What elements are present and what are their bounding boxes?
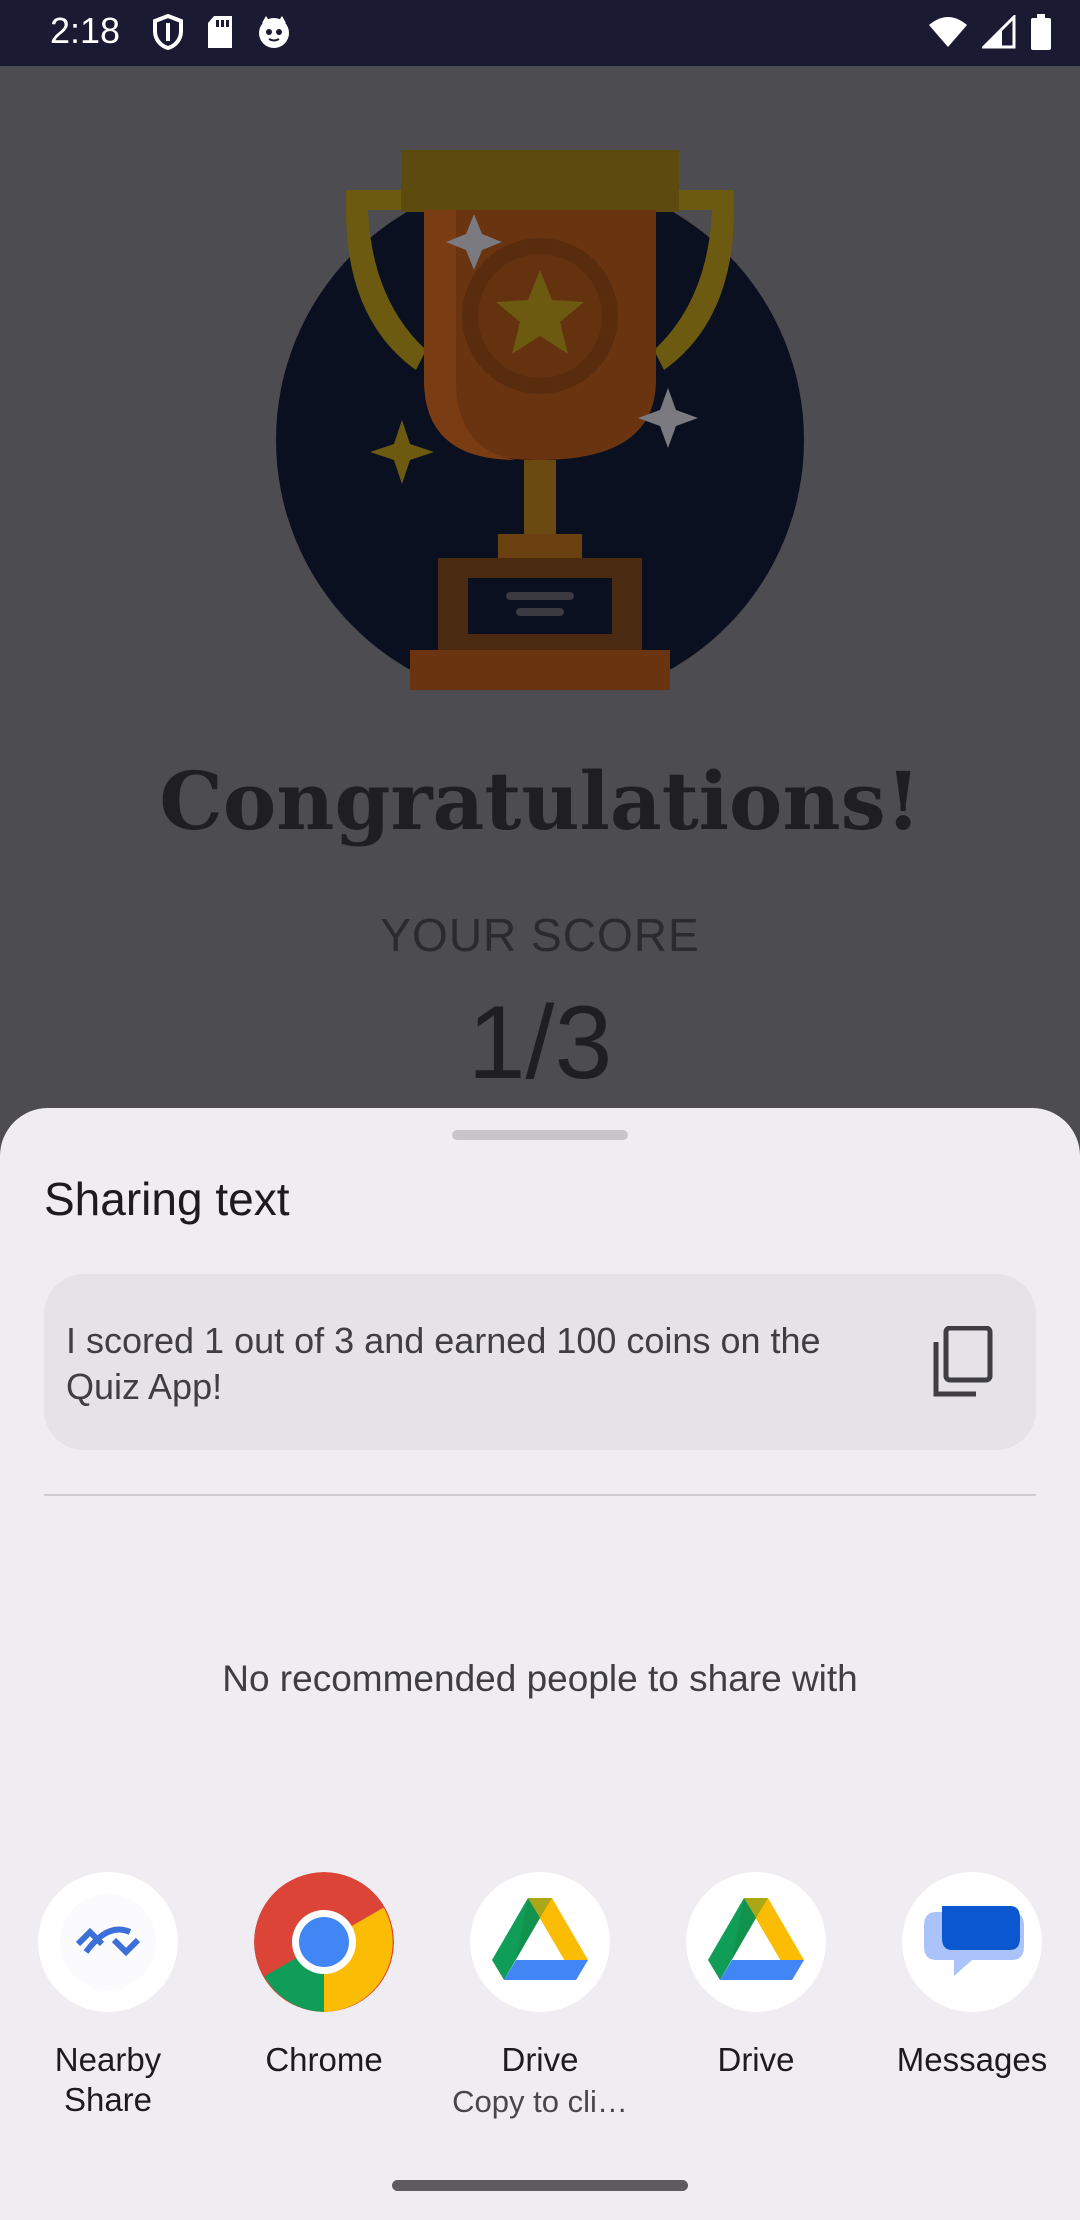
share-target-label: Messages	[896, 2041, 1048, 2078]
sd-card-icon	[208, 16, 232, 48]
share-target-drive[interactable]: Drive	[648, 1872, 864, 2080]
share-target-sublabel: Copy to cli…	[452, 2084, 628, 2119]
sheet-drag-handle[interactable]	[452, 1130, 628, 1140]
share-targets-row: Nearby Share Chrome Drive Copy to cli… D…	[0, 1872, 1080, 2132]
score-value: 1/3	[467, 985, 613, 1101]
congratulations-heading: Congratulations!	[159, 754, 921, 848]
cat-face-icon	[259, 16, 289, 48]
gesture-nav-handle[interactable]	[392, 2180, 688, 2191]
signal-icon	[982, 15, 1016, 49]
battery-icon	[1031, 14, 1051, 50]
chrome-icon	[254, 1872, 394, 2012]
quiz-result-screen: Congratulations! YOUR SCORE 1/3	[0, 66, 1080, 1110]
share-target-label: Nearby Share	[54, 2041, 162, 2118]
share-target-label: Drive	[717, 2041, 795, 2078]
drive-icon	[492, 1898, 588, 1980]
share-target-drive-copy[interactable]: Drive Copy to cli…	[432, 1872, 648, 2120]
shield-icon	[153, 14, 183, 50]
nearby-share-icon	[60, 1894, 156, 1990]
share-target-label: Chrome	[265, 2041, 383, 2078]
share-target-chrome[interactable]: Chrome	[216, 1872, 432, 2080]
preview-text: I scored 1 out of 3 and earned 100 coins…	[66, 1320, 821, 1407]
drive-icon	[708, 1898, 804, 1980]
messages-icon	[924, 1906, 1024, 1976]
text-preview-card: I scored 1 out of 3 and earned 100 coins…	[44, 1274, 1036, 1450]
no-recommended-people-text: No recommended people to share with	[222, 1658, 858, 1699]
divider	[44, 1494, 1036, 1496]
trophy-icon	[276, 150, 804, 690]
sheet-title: Sharing text	[44, 1173, 290, 1225]
status-time: 2:18	[50, 10, 121, 51]
score-label: YOUR SCORE	[380, 909, 700, 961]
share-target-label: Drive	[501, 2041, 579, 2078]
share-sheet: Sharing text I scored 1 out of 3 and ear…	[0, 1108, 1080, 2220]
wifi-icon	[929, 17, 967, 47]
share-target-nearby-share[interactable]: Nearby Share	[0, 1872, 216, 2120]
status-bar: 2:18	[0, 0, 1080, 66]
copy-icon[interactable]	[932, 1326, 994, 1398]
share-target-messages[interactable]: Messages	[864, 1872, 1080, 2080]
